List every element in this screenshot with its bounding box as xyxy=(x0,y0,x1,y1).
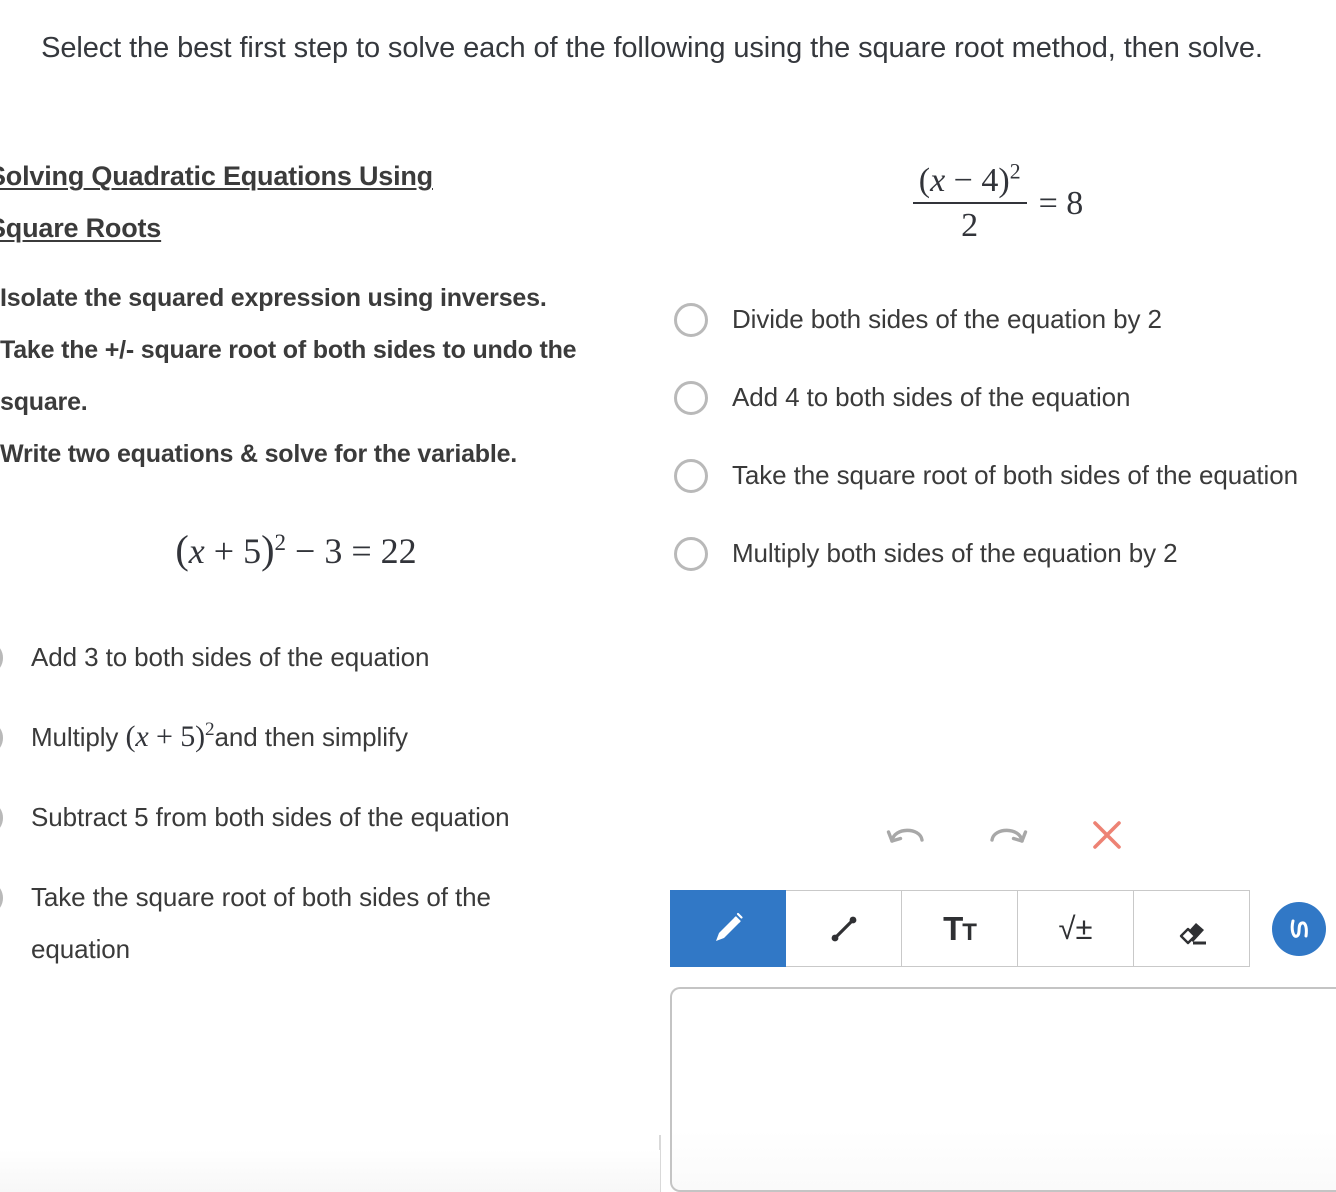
undo-icon xyxy=(886,828,924,843)
radio-button[interactable] xyxy=(674,381,708,415)
drawing-actions xyxy=(885,815,1129,855)
tool-math-label: √± xyxy=(1058,910,1093,946)
drawing-canvas[interactable] xyxy=(670,987,1336,1192)
fraction: (x − 4)2 2 xyxy=(912,159,1027,245)
tool-math[interactable]: √± xyxy=(1018,890,1134,967)
right-options-group: Divide both sides of the equation by 2 A… xyxy=(660,293,1334,579)
list-item[interactable]: Multiply both sides of the equation by 2 xyxy=(674,527,1334,579)
list-item[interactable]: Take the square root of both sides of th… xyxy=(674,449,1334,501)
lesson-title[interactable]: Solving Quadratic Equations Using Square… xyxy=(0,150,528,254)
numerator-exponent: 2 xyxy=(1009,159,1021,184)
tool-pencil[interactable] xyxy=(670,890,786,967)
left-question-panel: Solving Quadratic Equations Using Square… xyxy=(0,150,646,1192)
option-math-operator: + xyxy=(148,720,181,753)
method-step: Isolate the squared expression using inv… xyxy=(0,284,547,312)
squiggle-icon xyxy=(1290,919,1308,938)
undo-button[interactable] xyxy=(885,815,929,855)
tool-line[interactable] xyxy=(786,890,902,967)
list-item[interactable]: Take the square root of both sides of th… xyxy=(0,871,646,975)
option-math-exponent: 2 xyxy=(205,719,215,740)
redo-icon xyxy=(990,828,1028,843)
fraction-denominator: 2 xyxy=(961,207,979,244)
fraction-numerator: (x − 4)2 xyxy=(912,159,1027,204)
option-label: Divide both sides of the equation by 2 xyxy=(732,304,1162,334)
left-options-group: Add 3 to both sides of the equation Mult… xyxy=(0,631,646,975)
option-math-close-paren: ) xyxy=(195,720,205,753)
redo-button[interactable] xyxy=(985,815,1029,855)
drawing-toolbar: TT √± xyxy=(670,890,1336,967)
pencil-icon xyxy=(716,912,743,941)
numerator-operator: − xyxy=(945,162,982,199)
eraser-icon xyxy=(1179,922,1206,944)
left-equation-exponent: 2 xyxy=(274,529,287,555)
left-equation-open-paren: ( xyxy=(175,527,189,572)
option-label-prefix: Multiply xyxy=(31,722,126,752)
option-label-suffix: and then simplify xyxy=(214,722,409,752)
option-math-variable: x xyxy=(135,720,149,753)
option-label: Add 4 to both sides of the equation xyxy=(732,382,1131,412)
list-item[interactable]: Add 4 to both sides of the equation xyxy=(674,371,1334,423)
list-item[interactable]: Add 3 to both sides of the equation xyxy=(0,631,646,683)
left-equation: (x + 5)2 − 3 = 22 xyxy=(0,526,606,573)
stroke-style-preview[interactable] xyxy=(1272,901,1326,956)
numerator-close-paren: ) xyxy=(998,162,1010,199)
left-panel-bottom-fade xyxy=(0,1150,660,1192)
left-equation-tail: − 3 = 22 xyxy=(286,531,417,571)
clear-canvas-button[interactable] xyxy=(1085,815,1129,855)
list-item[interactable]: Divide both sides of the equation by 2 xyxy=(674,293,1334,345)
option-math-open-paren: ( xyxy=(125,720,136,753)
option-label: Add 3 to both sides of the equation xyxy=(31,642,430,672)
option-math-constant: 5 xyxy=(180,720,196,753)
right-equation-rhs: = 8 xyxy=(1038,184,1084,222)
option-inline-math: (x + 5)2 xyxy=(125,720,214,753)
option-label: Take the square root of both sides of th… xyxy=(732,460,1298,490)
numerator-constant: 4 xyxy=(981,162,999,199)
option-label: Subtract 5 from both sides of the equati… xyxy=(31,802,510,832)
radio-button[interactable] xyxy=(674,459,708,493)
method-step: Write two equations & solve for the vari… xyxy=(0,440,518,468)
left-equation-operator: + xyxy=(204,531,244,571)
option-label: Multiply (x + 5)2and then simplify xyxy=(3,711,408,763)
line-icon xyxy=(831,916,856,941)
method-step: Take the +/- square root of both sides t… xyxy=(0,336,577,416)
option-label: Multiply both sides of the equation by 2 xyxy=(732,538,1178,568)
radio-button[interactable] xyxy=(674,537,708,571)
option-label: Take the square root of both sides of th… xyxy=(31,882,491,964)
close-icon xyxy=(1093,821,1121,849)
left-equation-close-paren: ) xyxy=(261,527,275,572)
page-title: Select the best first step to solve each… xyxy=(41,32,1263,64)
list-item[interactable]: Subtract 5 from both sides of the equati… xyxy=(0,791,646,843)
numerator-variable: x xyxy=(930,162,946,199)
drawing-widget: TT √± xyxy=(660,805,1336,1192)
tool-text[interactable]: TT xyxy=(902,890,1018,967)
tool-text-label: TT xyxy=(943,909,977,947)
list-item[interactable]: Multiply (x + 5)2and then simplify xyxy=(0,711,646,763)
tool-eraser[interactable] xyxy=(1134,890,1250,967)
left-equation-variable: x xyxy=(188,531,205,571)
left-equation-constant: 5 xyxy=(243,531,262,571)
right-equation: (x − 4)2 2 = 8 xyxy=(660,159,1336,245)
method-steps-list: Isolate the squared expression using inv… xyxy=(0,272,610,480)
radio-button[interactable] xyxy=(674,303,708,337)
numerator-open-paren: ( xyxy=(918,162,931,199)
